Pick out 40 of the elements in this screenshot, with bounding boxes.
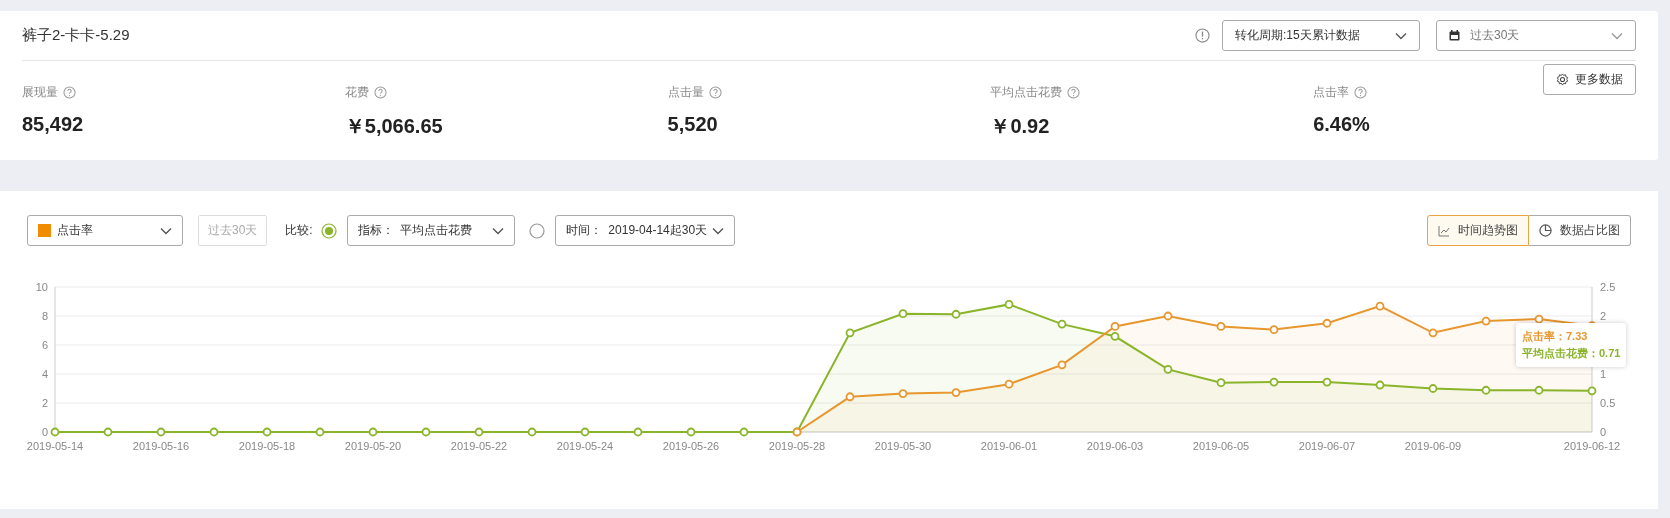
metric-value: 5,520 bbox=[667, 113, 719, 136]
tooltip-line: 点击率：7.33 bbox=[1522, 329, 1589, 344]
axis-label: 2 bbox=[1600, 310, 1607, 322]
axis-label: 2019-06-07 bbox=[1298, 440, 1356, 452]
metric-label: 点击量 bbox=[667, 83, 704, 101]
axis-label: 4 bbox=[41, 368, 48, 380]
axis-label: 8 bbox=[41, 310, 48, 322]
axis-label: 10 bbox=[35, 281, 48, 293]
axis-label: 2019-06-09 bbox=[1404, 440, 1462, 452]
axis-label: 2019-06-01 bbox=[980, 440, 1038, 452]
axis-label: 2019-05-28 bbox=[768, 440, 826, 452]
axis-label: 0.5 bbox=[1600, 397, 1616, 409]
axis-label: 2019-05-22 bbox=[450, 440, 508, 452]
metric-value: 85,492 bbox=[22, 113, 85, 136]
metric-label: 展现量 bbox=[22, 83, 58, 101]
axis-label: 2 bbox=[41, 397, 48, 409]
metric-label: 花费 bbox=[344, 83, 369, 101]
compare-label: 比较: bbox=[285, 222, 313, 239]
metric-value: 6.46% bbox=[1313, 113, 1371, 136]
metric-label: 平均点击花费 bbox=[990, 83, 1063, 101]
axis-label: 2019-05-14 bbox=[26, 440, 84, 452]
axis-label: 6 bbox=[41, 339, 48, 351]
campaign-title: 裤子2-卡卡-5.29 bbox=[22, 26, 131, 45]
metric-value: ￥5,066.65 bbox=[344, 114, 444, 139]
axis-label: 2019-05-26 bbox=[662, 440, 720, 452]
metric-value: ￥0.92 bbox=[990, 114, 1051, 139]
axis-label: 2019-06-05 bbox=[1192, 440, 1250, 452]
axis-label: 2019-05-24 bbox=[556, 440, 614, 452]
axis-label: 2019-05-18 bbox=[238, 440, 296, 452]
axis-label: 2019-06-03 bbox=[1086, 440, 1144, 452]
axis-label: 2019-06-12 bbox=[1563, 440, 1621, 452]
axis-label: 0 bbox=[41, 426, 48, 438]
tooltip-line: 平均点击花费：0.71 bbox=[1522, 346, 1621, 361]
axis-label: 2019-05-30 bbox=[874, 440, 932, 452]
axis-label: 1 bbox=[1600, 368, 1607, 380]
axis-label: 0 bbox=[1600, 426, 1607, 438]
axis-label: 2019-05-20 bbox=[344, 440, 402, 452]
axis-label: 2.5 bbox=[1600, 281, 1616, 293]
axis-label: 2019-05-16 bbox=[132, 440, 190, 452]
metric-label: 点击率 bbox=[1313, 83, 1350, 101]
